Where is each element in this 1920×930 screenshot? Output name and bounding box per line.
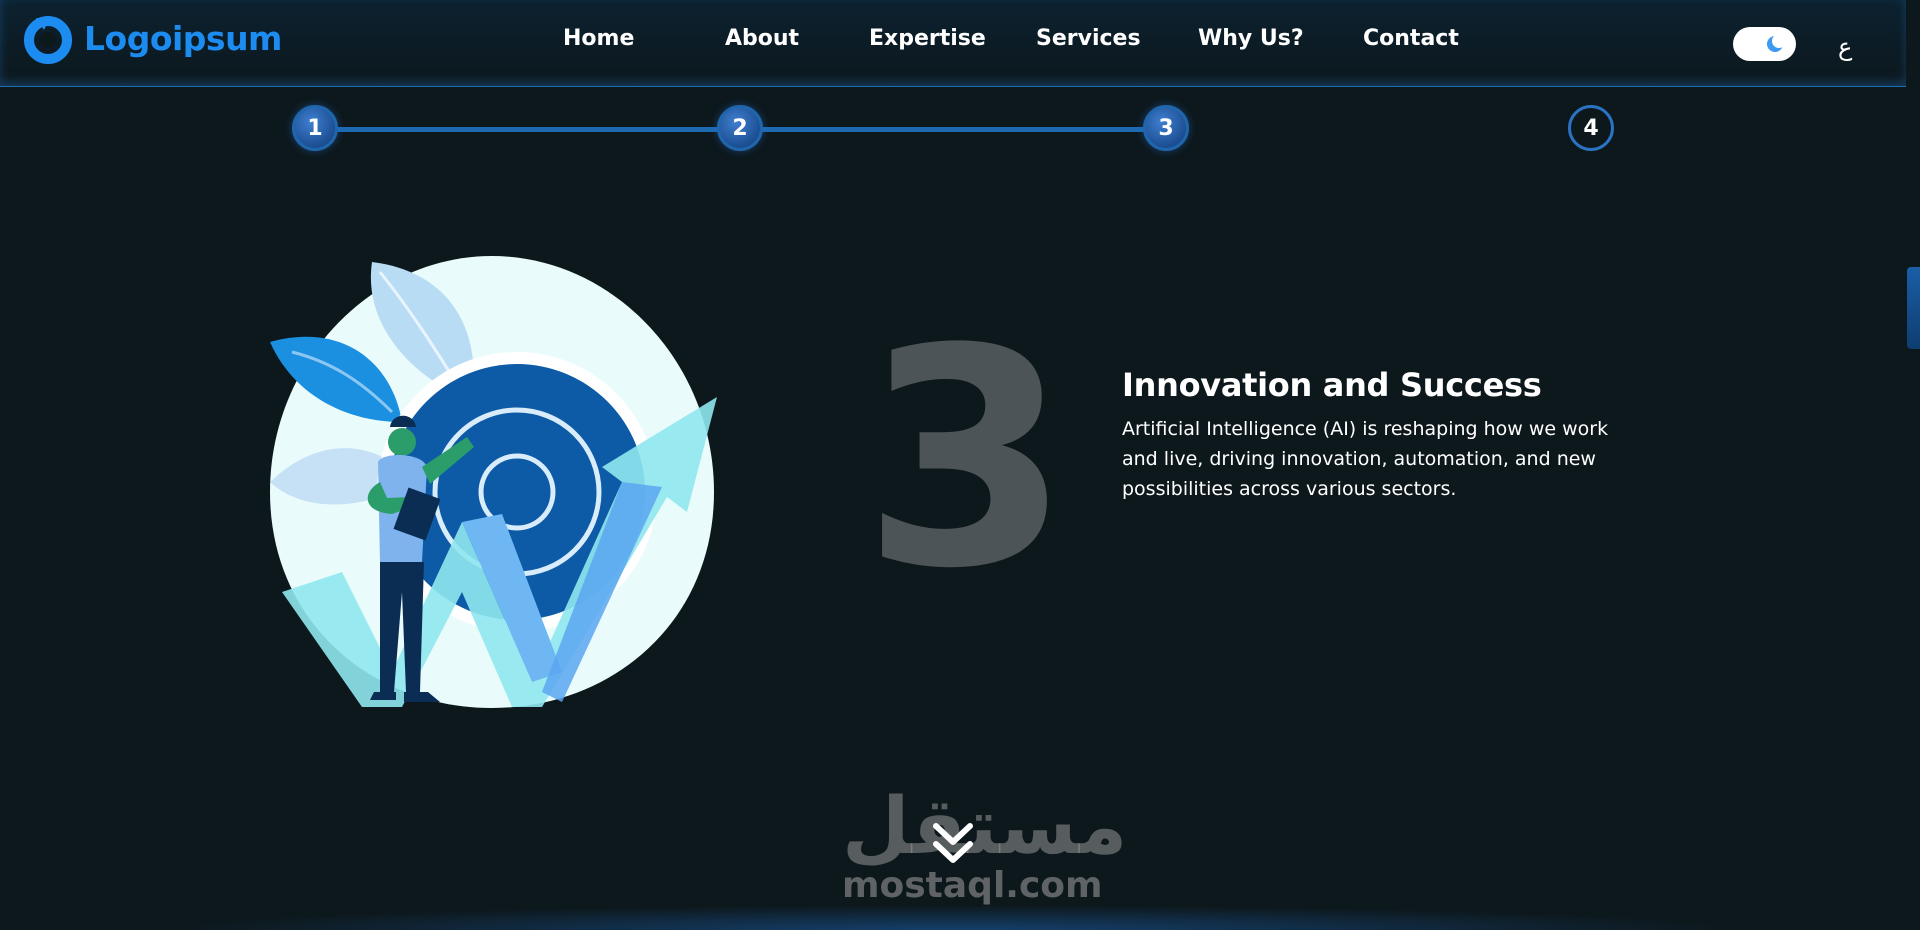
nav-contact[interactable]: Contact [1363, 26, 1459, 51]
section-description: Artificial Intelligence (AI) is reshapin… [1122, 418, 1609, 500]
logo-text: Logoipsum [84, 18, 282, 58]
nav-home[interactable]: Home [563, 26, 634, 51]
nav-expertise[interactable]: Expertise [869, 26, 986, 51]
moon-icon [1767, 35, 1784, 52]
nav-services[interactable]: Services [1036, 26, 1141, 51]
theme-toggle[interactable] [1733, 27, 1796, 61]
logo-icon [24, 16, 72, 64]
section-title: Innovation and Success [1122, 366, 1542, 404]
step-4[interactable]: 4 [1568, 105, 1614, 151]
step-connector-1 [315, 127, 740, 132]
nav-why-us[interactable]: Why Us? [1198, 26, 1304, 51]
step-2[interactable]: 2 [717, 105, 763, 151]
language-switch[interactable]: ع [1838, 33, 1852, 61]
step-1-label: 1 [307, 115, 323, 141]
step-connector-2 [740, 127, 1165, 132]
step-3-label: 3 [1158, 115, 1174, 141]
watermark-domain: mostaql.com [842, 865, 1103, 906]
nav-about[interactable]: About [725, 26, 799, 51]
side-tab[interactable] [1907, 267, 1920, 349]
step-3[interactable]: 3 [1143, 105, 1189, 151]
target-growth-illustration [270, 256, 717, 708]
step-4-label: 4 [1583, 115, 1599, 141]
logo[interactable]: Logoipsum [22, 12, 282, 64]
bottom-glow [170, 905, 1740, 930]
double-chevron-down-icon[interactable] [930, 818, 976, 866]
step-2-label: 2 [732, 115, 748, 141]
top-navbar: Logoipsum Home About Expertise Services … [0, 0, 1906, 87]
step-1[interactable]: 1 [292, 105, 338, 151]
step-number: 3 [862, 285, 1071, 634]
